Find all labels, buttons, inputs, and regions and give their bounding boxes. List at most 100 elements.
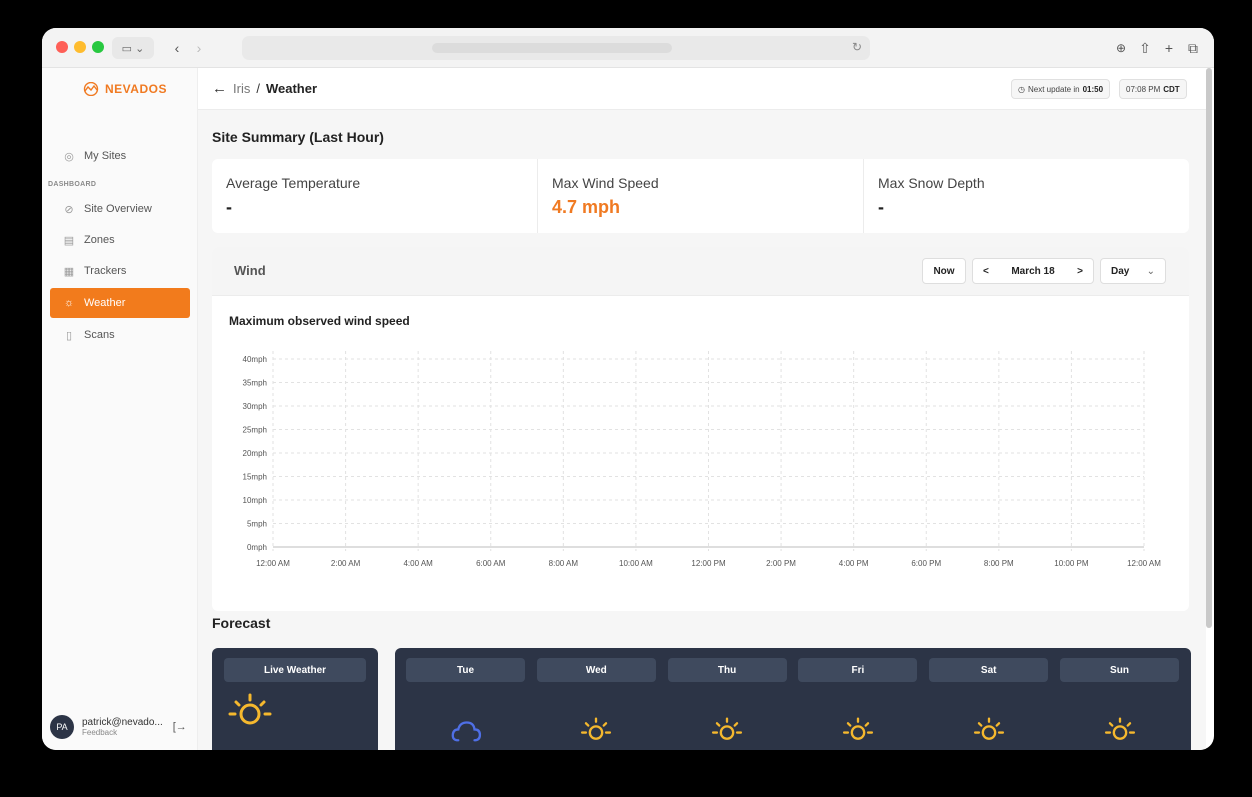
y-tick-label: 10mph — [243, 496, 267, 505]
sidebar-item-label: Weather — [84, 297, 126, 309]
nevados-logo-icon — [83, 82, 99, 96]
sidebar-item-scans[interactable]: ▯ Scans — [50, 320, 190, 350]
sun-icon — [973, 717, 1004, 740]
tab-overview-icon[interactable]: ⧉ — [1182, 37, 1204, 59]
cloud-icon — [451, 721, 481, 742]
next-update-countdown: 01:50 — [1082, 84, 1104, 94]
scrollbar[interactable] — [1206, 68, 1212, 628]
clock-icon: ◷ — [1018, 84, 1025, 94]
compass-icon: ⊘ — [64, 203, 74, 216]
x-tick-label: 12:00 PM — [691, 559, 726, 568]
forecast-day-tab[interactable]: Sun — [1060, 658, 1179, 682]
logout-icon[interactable]: [→ — [173, 721, 187, 733]
y-tick-label: 15mph — [243, 473, 267, 482]
wind-panel: Wind Now < March 18 > Day ⌄ Maximum obse… — [212, 247, 1189, 611]
y-tick-label: 0mph — [247, 543, 267, 552]
page-title: Weather — [265, 81, 318, 96]
sidebar: NEVADOS ◎ My Sites DASHBOARD ⊘ Site Over… — [42, 68, 198, 750]
card-label: Max Snow Depth — [878, 175, 985, 191]
live-weather-panel: Live Weather — [212, 648, 378, 750]
next-update-label: Next update in — [1027, 84, 1080, 94]
y-tick-label: 35mph — [243, 379, 267, 388]
sun-icon — [1104, 717, 1135, 740]
forward-nav-button[interactable]: › — [188, 37, 210, 59]
wind-speed-chart: 0mph 5mph 10mph 15mph 20mph 25mph 30mph 35mph 40… — [243, 351, 1161, 568]
forecast-day-tab[interactable]: Thu — [667, 658, 787, 682]
breadcrumb-parent[interactable]: Iris — [233, 81, 250, 96]
forecast-day-tab[interactable]: Sat — [929, 658, 1049, 682]
weather-icon: ☼ — [63, 297, 75, 309]
maximize-window-button[interactable] — [92, 41, 104, 53]
avatar: PA — [50, 715, 74, 739]
browser-titlebar: ▭ ⌄ ‹ › ↻ ⊕ ⇧ + ⧉ — [42, 28, 1214, 68]
brand-logo[interactable]: NEVADOS — [82, 82, 167, 96]
card-label: Average Temperature — [226, 175, 361, 191]
x-tick-label: 8:00 AM — [549, 559, 579, 568]
close-window-button[interactable] — [56, 41, 68, 53]
sidebar-item-trackers[interactable]: ▦ Trackers — [50, 256, 190, 286]
x-tick-label: 8:00 PM — [984, 559, 1014, 568]
card-value: - — [878, 197, 884, 217]
user-email: patrick@nevado... — [82, 717, 163, 728]
sidebar-item-label: Site Overview — [84, 203, 152, 215]
card-value: 4.7 mph — [552, 197, 621, 217]
x-tick-label: 2:00 AM — [331, 559, 361, 568]
sun-icon — [842, 717, 873, 740]
user-menu[interactable]: PA patrick@nevado... Feedback [→ — [50, 709, 192, 745]
current-time: 07:08 PM — [1126, 84, 1161, 94]
main-content: ← Iris / Weather ◷ Next update in 01:50 … — [198, 68, 1206, 750]
breadcrumb-separator: / — [256, 81, 260, 96]
y-tick-label: 20mph — [243, 449, 267, 458]
next-update-badge: ◷ Next update in 01:50 — [1011, 79, 1111, 99]
sidebar-item-site-overview[interactable]: ⊘ Site Overview — [50, 194, 190, 224]
x-tick-label: 10:00 AM — [619, 559, 653, 568]
reload-icon[interactable]: ↻ — [852, 40, 862, 54]
y-tick-label: 25mph — [243, 426, 267, 435]
sidebar-item-label: My Sites — [84, 150, 127, 162]
share-icon[interactable]: ⇧ — [1134, 37, 1156, 59]
sun-icon — [228, 693, 272, 725]
sidebar-item-weather[interactable]: ☼ Weather — [50, 288, 190, 318]
sidebar-section-label: DASHBOARD — [48, 181, 97, 188]
forecast-day-tab[interactable]: Tue — [406, 658, 525, 682]
breadcrumb: ← Iris / Weather — [212, 80, 317, 97]
y-tick-label: 30mph — [243, 402, 267, 411]
sidebar-toggle-button[interactable]: ▭ ⌄ — [112, 37, 154, 59]
avg-temperature-card: Average Temperature - — [212, 159, 538, 233]
forecast-days-panel: Tue Wed Thu Fri Sat Sun — [395, 648, 1191, 750]
scan-icon: ▯ — [65, 329, 73, 342]
card-value: - — [226, 197, 232, 217]
x-tick-label: 10:00 PM — [1054, 559, 1089, 568]
max-snow-depth-card: Max Snow Depth - — [864, 159, 1189, 233]
browser-window: ▭ ⌄ ‹ › ↻ ⊕ ⇧ + ⧉ NEVADOS ◎ My Sites DAS… — [42, 28, 1214, 750]
site-summary-cards: Average Temperature - Max Wind Speed 4.7… — [212, 159, 1189, 233]
forecast-day-tab[interactable]: Wed — [536, 658, 656, 682]
sidebar-item-zones[interactable]: ▤ Zones — [50, 225, 190, 255]
back-nav-button[interactable]: ‹ — [166, 37, 188, 59]
card-label: Max Wind Speed — [552, 175, 659, 191]
sidebar-item-my-sites[interactable]: ◎ My Sites — [50, 141, 190, 171]
minimize-window-button[interactable] — [74, 41, 86, 53]
y-tick-label: 5mph — [247, 520, 267, 529]
sidebar-item-label: Trackers — [84, 265, 127, 277]
summary-heading: Site Summary (Last Hour) — [212, 129, 384, 145]
timezone: CDT — [1163, 84, 1180, 94]
forecast-heading: Forecast — [212, 615, 271, 631]
live-weather-tab[interactable]: Live Weather — [224, 658, 366, 682]
back-arrow-icon[interactable]: ← — [212, 80, 227, 97]
sun-icon — [581, 717, 612, 740]
x-tick-label: 2:00 PM — [766, 559, 796, 568]
x-tick-label: 12:00 AM — [1127, 559, 1161, 568]
sidebar-item-label: Scans — [84, 329, 115, 341]
forecast-day-tab[interactable]: Fri — [798, 658, 918, 682]
address-bar[interactable]: ↻ — [242, 36, 870, 60]
x-tick-label: 12:00 AM — [256, 559, 290, 568]
x-tick-label: 6:00 AM — [476, 559, 506, 568]
page-header: ← Iris / Weather ◷ Next update in 01:50 … — [198, 68, 1206, 110]
url-text — [432, 43, 672, 53]
x-tick-label: 6:00 PM — [911, 559, 941, 568]
x-tick-label: 4:00 PM — [839, 559, 869, 568]
new-tab-icon[interactable]: + — [1158, 37, 1180, 59]
download-icon[interactable]: ⊕ — [1110, 37, 1132, 59]
feedback-link[interactable]: Feedback — [82, 728, 163, 737]
